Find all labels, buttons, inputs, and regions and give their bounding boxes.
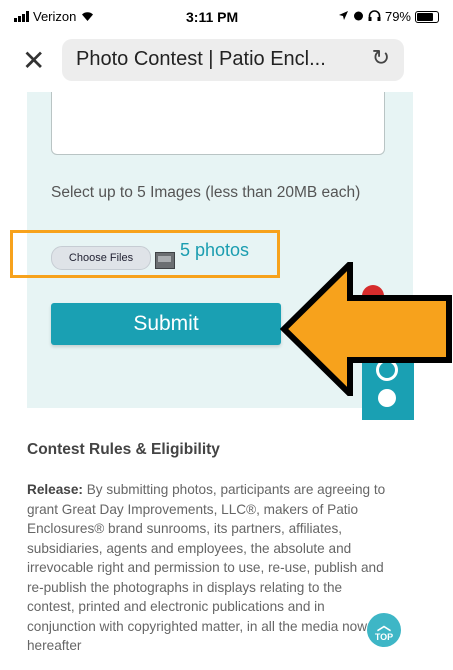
alarm-icon bbox=[353, 9, 364, 24]
release-label: Release: bbox=[27, 482, 83, 497]
release-text: By submitting photos, participants are a… bbox=[27, 482, 386, 653]
screen: Verizon 3:11 PM 79% ✕ Photo Contest | Pa… bbox=[0, 0, 453, 670]
upload-help-text: Select up to 5 Images (less than 20MB ea… bbox=[51, 184, 361, 201]
rules-text: Release: By submitting photos, participa… bbox=[27, 480, 387, 656]
highlight-box bbox=[10, 230, 280, 278]
reload-icon[interactable]: ↻ bbox=[372, 45, 390, 71]
battery-percent: 79% bbox=[384, 9, 411, 24]
url-field[interactable]: Photo Contest | Patio Encl... ↻ bbox=[62, 39, 404, 81]
back-to-top-button[interactable]: ︿ TOP bbox=[367, 613, 401, 647]
battery-icon bbox=[415, 10, 439, 23]
status-left: Verizon bbox=[14, 9, 95, 24]
signal-icon bbox=[14, 11, 29, 22]
submit-button[interactable]: Submit bbox=[51, 303, 281, 345]
status-time: 3:11 PM bbox=[186, 9, 239, 25]
back-to-top-label: TOP bbox=[374, 632, 394, 642]
carrier-name: Verizon bbox=[33, 9, 77, 24]
status-right: 79% bbox=[338, 9, 439, 24]
headphones-icon bbox=[368, 9, 381, 24]
location-icon bbox=[338, 9, 349, 24]
status-bar: Verizon 3:11 PM 79% bbox=[0, 0, 453, 36]
arrow-annotation-icon bbox=[280, 262, 452, 396]
address-bar: ✕ Photo Contest | Patio Encl... ↻ bbox=[0, 36, 453, 90]
wifi-icon bbox=[80, 9, 95, 24]
page-title: Photo Contest | Patio Encl... bbox=[76, 48, 326, 70]
rules-heading: Contest Rules & Eligibility bbox=[27, 441, 220, 458]
chevron-up-icon: ︿ bbox=[377, 617, 391, 633]
description-textarea[interactable] bbox=[51, 92, 385, 155]
close-icon[interactable]: ✕ bbox=[22, 46, 45, 76]
